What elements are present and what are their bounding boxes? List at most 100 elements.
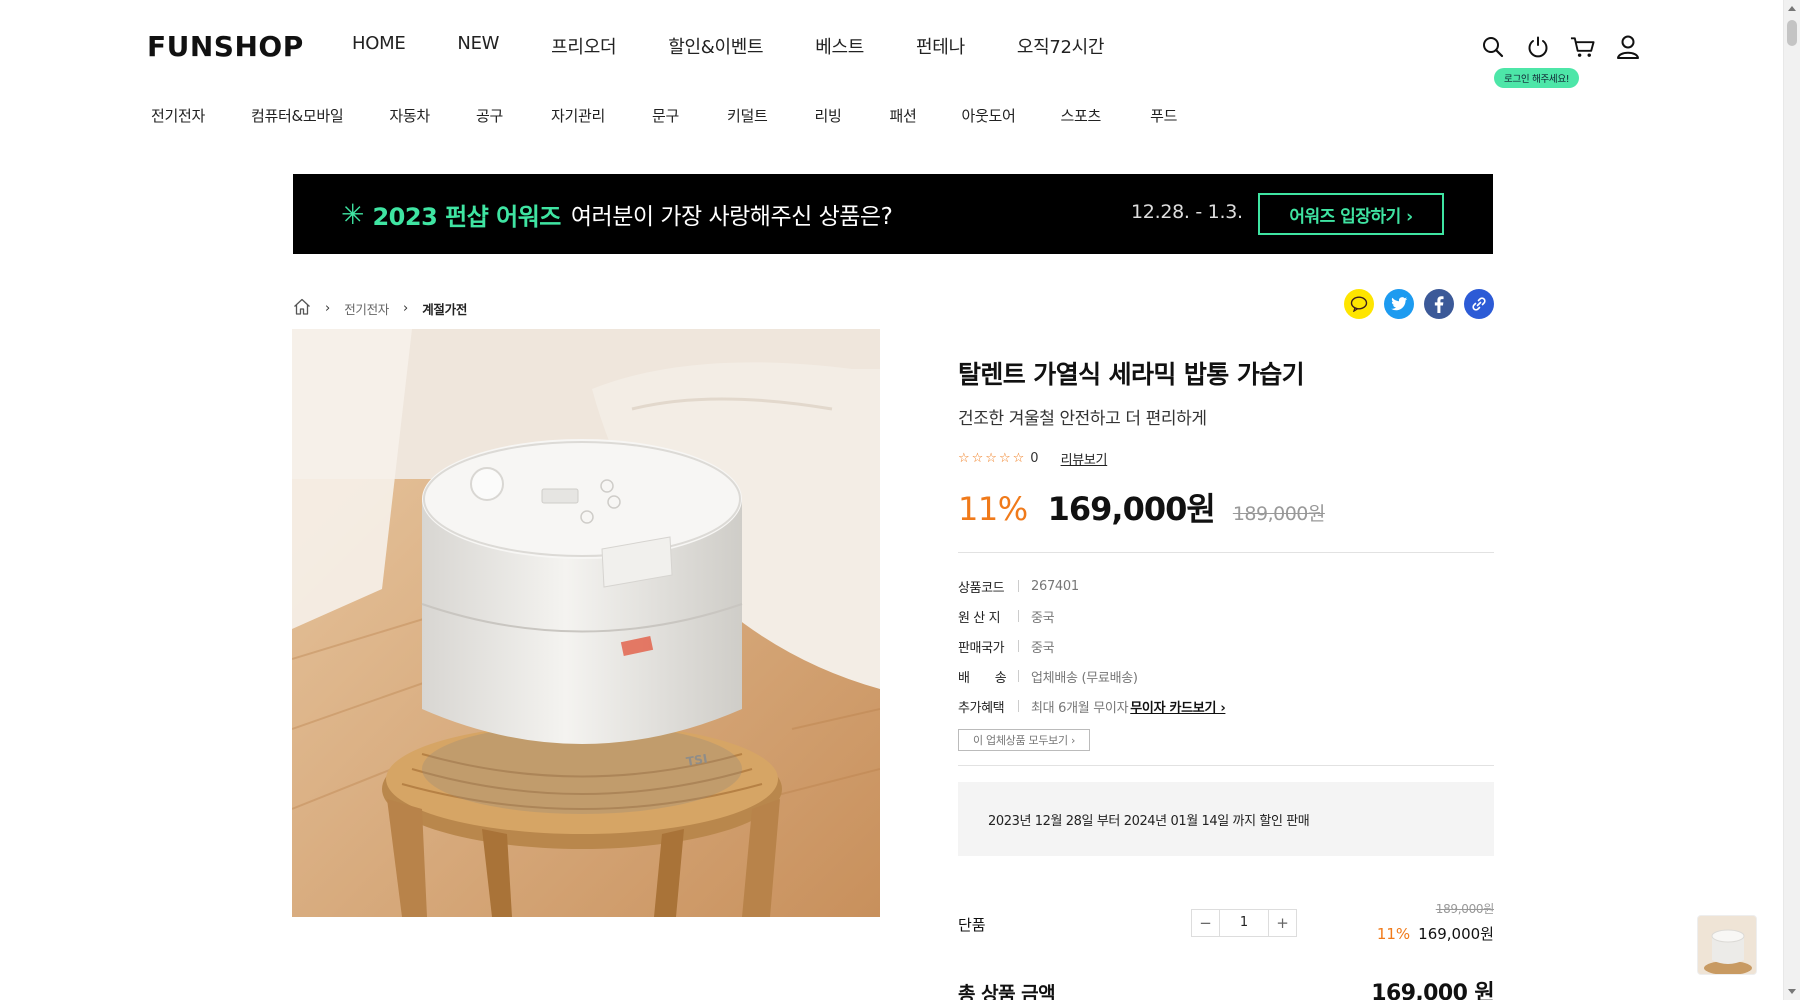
cart-icon[interactable] xyxy=(1570,33,1595,60)
main-nav: HOME NEW 프리오더 할인&이벤트 베스트 펀테나 오직72시간 xyxy=(352,33,1104,59)
price-row: 11% 169,000원 189,000원 xyxy=(958,484,1494,530)
vendor-products-button[interactable]: 이 업체상품 모두보기 › xyxy=(958,729,1091,751)
home-icon[interactable] xyxy=(293,298,311,318)
divider xyxy=(958,552,1494,553)
spec-key: 원 산 지 xyxy=(958,610,1001,626)
sale-period-notice: 2023년 12월 28일 부터 2024년 01월 14일 까지 할인 판매 xyxy=(958,782,1494,856)
category-fashion[interactable]: 패션 xyxy=(890,105,917,126)
category-food[interactable]: 푸드 xyxy=(1150,105,1177,126)
nav-best[interactable]: 베스트 xyxy=(815,33,864,59)
review-count: 0 xyxy=(1030,451,1039,466)
page-scrollbar[interactable] xyxy=(1783,0,1800,1000)
search-icon[interactable] xyxy=(1480,33,1505,60)
card-benefit-link[interactable]: 무이자 카드보기 › xyxy=(1130,701,1225,716)
category-nav: 전기전자 컴퓨터&모바일 자동차 공구 자기관리 문구 키덜트 리빙 패션 아웃… xyxy=(151,105,1177,126)
product-image[interactable]: TSI xyxy=(292,329,880,917)
breadcrumb-separator: › xyxy=(403,300,409,316)
power-icon[interactable] xyxy=(1525,33,1550,60)
scroll-down-arrow-icon[interactable] xyxy=(1788,989,1796,994)
benefit-text: 최대 6개월 무이자 xyxy=(1031,700,1129,716)
original-price: 189,000원 xyxy=(1232,503,1326,525)
category-living[interactable]: 리빙 xyxy=(815,105,842,126)
spec-divider xyxy=(1018,580,1019,592)
quantity-plus-button[interactable]: + xyxy=(1269,910,1296,936)
category-kidult[interactable]: 키덜트 xyxy=(727,105,768,126)
breadcrumb-separator: › xyxy=(325,300,331,316)
scrollbar-thumb[interactable] xyxy=(1787,20,1797,46)
nav-new[interactable]: NEW xyxy=(457,33,499,59)
nav-72hours[interactable]: 오직72시간 xyxy=(1017,33,1105,59)
scroll-up-arrow-icon[interactable] xyxy=(1788,6,1796,11)
product-subtitle: 건조한 겨울철 안전하고 더 편리하게 xyxy=(958,409,1207,429)
discount-rate: 11% xyxy=(958,490,1028,528)
header-icons xyxy=(1480,33,1640,60)
banner-date: 12.28. - 1.3. xyxy=(1131,201,1243,223)
nav-preorder[interactable]: 프리오더 xyxy=(551,33,616,59)
spec-divider xyxy=(1018,670,1019,682)
nav-home[interactable]: HOME xyxy=(352,33,406,59)
spec-key: 추가혜택 xyxy=(958,700,1005,716)
nav-funtenna[interactable]: 펀테나 xyxy=(916,33,965,59)
spec-value: 중국 xyxy=(1031,610,1055,626)
spec-row: 추가혜택 최대 6개월 무이자 무이자 카드보기 › xyxy=(958,691,1494,721)
spec-value: 최대 6개월 무이자 무이자 카드보기 › xyxy=(1031,697,1226,716)
option-original-price: 189,000원 xyxy=(1435,902,1495,916)
awards-enter-button[interactable]: 어워즈 입장하기 › xyxy=(1258,193,1444,235)
product-info: 탈렌트 가열식 세라믹 밥통 가습기 건조한 겨울철 안전하고 더 편리하게 ☆… xyxy=(958,355,1494,856)
total-row: 총 상품 금액 169,000 원 xyxy=(958,975,1495,1000)
login-tooltip: 로그인 해주세요! xyxy=(1494,68,1580,88)
banner-star-icon: ✳ xyxy=(341,197,365,231)
sale-price: 169,000원 xyxy=(1047,490,1216,528)
category-self-care[interactable]: 자기관리 xyxy=(551,105,605,126)
rating-row: ☆☆☆☆☆ 0 리뷰보기 xyxy=(958,449,1494,468)
spec-row: 상품코드 267401 xyxy=(958,571,1494,601)
category-car[interactable]: 자동차 xyxy=(389,105,430,126)
breadcrumb-seasonal[interactable]: 계절가전 xyxy=(422,299,467,318)
product-specs: 상품코드 267401 원 산 지 중국 판매국가 중국 배 송 업체배송 (무… xyxy=(958,571,1494,721)
option-label: 단품 xyxy=(958,916,986,934)
site-logo[interactable]: FUNSHOP xyxy=(147,30,304,63)
category-tools[interactable]: 공구 xyxy=(476,105,503,126)
option-row: 단품 − 1 + 189,000원 11% 169,000원 xyxy=(958,900,1494,950)
recently-viewed-thumbnail[interactable] xyxy=(1697,915,1757,975)
spec-value: 중국 xyxy=(1031,640,1055,656)
category-sports[interactable]: 스포츠 xyxy=(1061,105,1102,126)
facebook-icon[interactable] xyxy=(1424,289,1454,319)
nav-sale-event[interactable]: 할인&이벤트 xyxy=(668,33,763,59)
breadcrumb: › 전기전자 › 계절가전 xyxy=(293,298,467,318)
twitter-icon[interactable] xyxy=(1384,289,1414,319)
user-icon[interactable] xyxy=(1615,33,1640,60)
option-price-value: 169,000원 xyxy=(1418,925,1494,943)
share-buttons xyxy=(1344,289,1494,319)
review-link[interactable]: 리뷰보기 xyxy=(1061,449,1108,468)
total-value: 169,000 원 xyxy=(1371,981,1494,1000)
product-title: 탈렌트 가열식 세라믹 밥통 가습기 xyxy=(958,360,1305,389)
quantity-stepper: − 1 + xyxy=(1191,909,1297,937)
quantity-minus-button[interactable]: − xyxy=(1192,910,1219,936)
category-stationery[interactable]: 문구 xyxy=(652,105,679,126)
banner-text: 여러분이 가장 사랑해주신 상품은? xyxy=(570,204,893,230)
spec-value: 267401 xyxy=(1031,578,1079,594)
total-label: 총 상품 금액 xyxy=(958,983,1056,1000)
spec-divider xyxy=(1018,640,1019,652)
spec-key: 배 송 xyxy=(958,670,1007,686)
option-discount-rate: 11% xyxy=(1376,925,1411,943)
spec-value: 업체배송 (무료배송) xyxy=(1031,670,1138,686)
awards-banner[interactable]: ✳ 2023 펀샵 어워즈 여러분이 가장 사랑해주신 상품은? 12.28. … xyxy=(293,174,1493,254)
quantity-input[interactable]: 1 xyxy=(1219,910,1269,936)
banner-title: 2023 펀샵 어워즈 xyxy=(372,202,561,231)
spec-row: 원 산 지 중국 xyxy=(958,601,1494,631)
category-computer-mobile[interactable]: 컴퓨터&모바일 xyxy=(251,105,344,126)
category-electronics[interactable]: 전기전자 xyxy=(151,105,205,126)
breadcrumb-electronics[interactable]: 전기전자 xyxy=(344,299,389,318)
option-sale-price: 11% 169,000원 xyxy=(1377,923,1494,944)
kakaotalk-icon[interactable] xyxy=(1344,289,1374,319)
link-icon[interactable] xyxy=(1464,289,1494,319)
spec-key: 판매국가 xyxy=(958,640,1005,656)
category-outdoor[interactable]: 아웃도어 xyxy=(962,105,1016,126)
spec-divider xyxy=(1018,700,1019,712)
spec-key: 상품코드 xyxy=(958,580,1005,596)
spec-row: 배 송 업체배송 (무료배송) xyxy=(958,661,1494,691)
spec-row: 판매국가 중국 xyxy=(958,631,1494,661)
option-price: 189,000원 11% 169,000원 xyxy=(1377,900,1494,944)
